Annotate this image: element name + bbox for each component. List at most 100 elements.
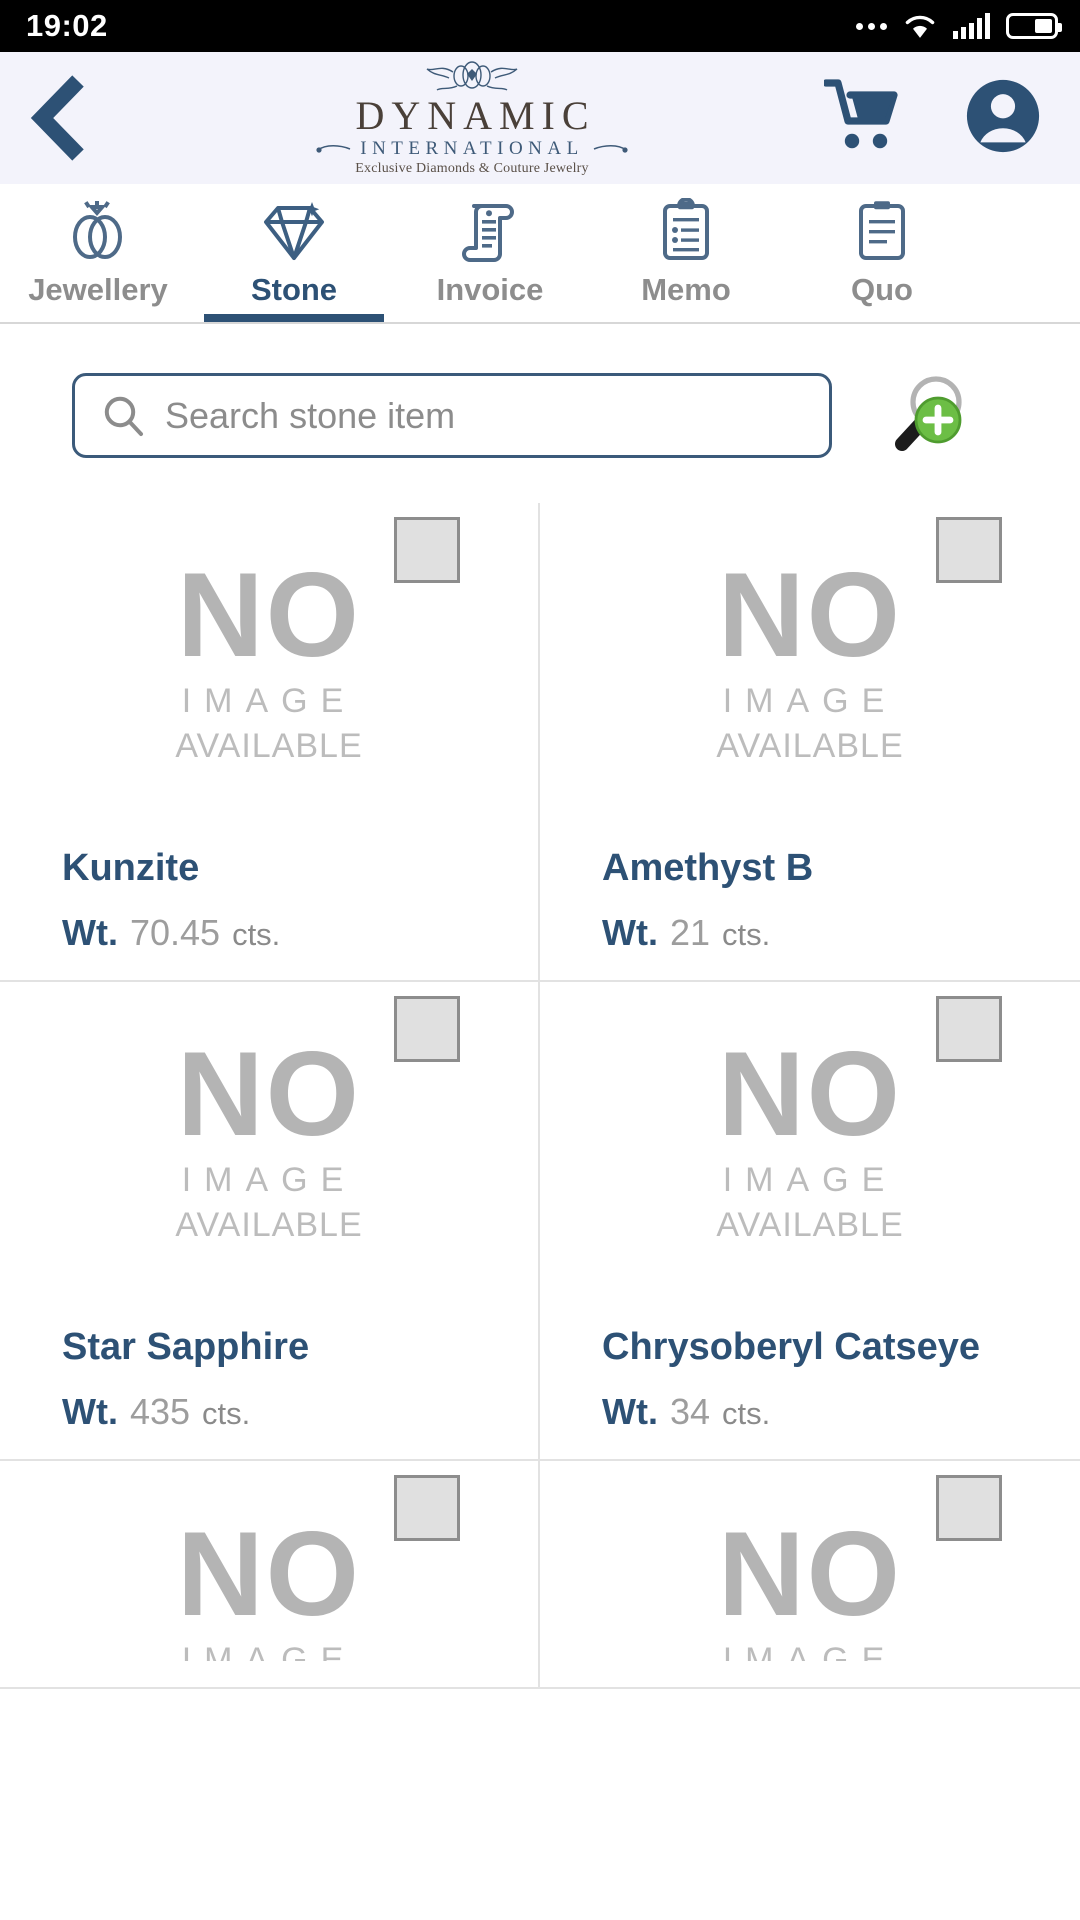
- search-icon: [104, 396, 143, 436]
- category-tabs[interactable]: Jewellery Stone Invoice Memo Quo: [0, 184, 1080, 324]
- stone-weight: Wt. 21 cts.: [540, 912, 1080, 954]
- brand-logo: DYNAMIC INTERNATIONAL Exclusive Diamonds…: [120, 60, 824, 176]
- stone-grid: NO IMAGE AVAILABLE Kunzite Wt. 70.45 cts…: [0, 503, 1080, 1689]
- weight-unit: cts.: [202, 1396, 251, 1431]
- more-dots-icon: [856, 22, 887, 30]
- placeholder-line-1: NO: [177, 1027, 361, 1161]
- select-checkbox[interactable]: [936, 996, 1002, 1062]
- account-button[interactable]: [964, 77, 1042, 160]
- select-checkbox[interactable]: [394, 517, 460, 583]
- stone-weight: Wt. 435 cts.: [0, 1391, 538, 1433]
- tab-label: Stone: [250, 272, 338, 307]
- tab-jewellery[interactable]: Jewellery: [0, 184, 196, 322]
- stone-card[interactable]: NO IMAGE AVAILABLE Kunzite Wt. 70.45 cts…: [0, 503, 540, 982]
- search-input[interactable]: Search stone item: [72, 373, 832, 458]
- logo-tagline: Exclusive Diamonds & Couture Jewelry: [355, 161, 589, 176]
- no-image-placeholder: NO IMAGE: [0, 1461, 538, 1661]
- header-actions: [822, 77, 1042, 160]
- weight-unit: cts.: [232, 917, 281, 952]
- tab-label: Invoice: [436, 272, 544, 307]
- placeholder-line-3: AVAILABLE: [716, 1206, 904, 1244]
- weight-label: Wt.: [602, 1391, 658, 1432]
- weight-label: Wt.: [62, 1391, 118, 1432]
- stone-name: Star Sapphire: [62, 1326, 310, 1368]
- back-chevron-icon: [30, 75, 84, 161]
- advanced-search-button[interactable]: [884, 368, 974, 463]
- left-flourish-icon: [316, 144, 351, 153]
- battery-icon: [1006, 13, 1062, 39]
- signal-icon: [953, 13, 990, 39]
- placeholder-line-1: NO: [177, 548, 361, 682]
- advanced-search-add-icon: [895, 376, 962, 451]
- app-header: DYNAMIC INTERNATIONAL Exclusive Diamonds…: [0, 52, 1080, 184]
- stone-weight: Wt. 70.45 cts.: [0, 912, 538, 954]
- tab-memo[interactable]: Memo: [588, 184, 784, 322]
- no-image-placeholder: NO IMAGE AVAILABLE: [540, 503, 1080, 821]
- account-circle-icon: [966, 79, 1040, 152]
- placeholder-line-3: AVAILABLE: [175, 1206, 363, 1244]
- tab-invoice[interactable]: Invoice: [392, 184, 588, 322]
- weight-value: 70.45: [129, 912, 221, 953]
- select-checkbox[interactable]: [936, 1475, 1002, 1541]
- stone-card[interactable]: NO IMAGE AVAILABLE Chrysoberyl Catseye W…: [540, 982, 1080, 1461]
- shopping-cart-icon: [822, 78, 898, 148]
- placeholder-line-1: NO: [718, 1507, 902, 1641]
- logo-name: DYNAMIC: [355, 93, 596, 138]
- placeholder-line-2: IMAGE: [722, 1641, 898, 1661]
- weight-unit: cts.: [722, 917, 771, 952]
- receipt-icon: [460, 198, 520, 262]
- tab-label: Jewellery: [28, 272, 168, 307]
- no-image-placeholder: NO IMAGE AVAILABLE: [0, 503, 538, 821]
- placeholder-line-2: IMAGE: [722, 682, 898, 720]
- weight-label: Wt.: [62, 912, 118, 953]
- placeholder-line-1: NO: [718, 548, 902, 682]
- tab-label: Memo: [641, 272, 731, 307]
- clipboard-icon: [853, 198, 911, 262]
- placeholder-line-2: IMAGE: [181, 1161, 357, 1199]
- diamond-icon: [260, 198, 328, 262]
- stone-name: Kunzite: [62, 847, 200, 889]
- placeholder-line-3: AVAILABLE: [716, 727, 904, 765]
- weight-unit: cts.: [722, 1396, 771, 1431]
- search-placeholder: Search stone item: [165, 394, 456, 436]
- status-time: 19:02: [26, 8, 108, 43]
- clipboard-icon: [657, 198, 715, 262]
- placeholder-line-2: IMAGE: [722, 1161, 898, 1199]
- weight-value: 435: [129, 1391, 191, 1432]
- logo-subtitle-row: INTERNATIONAL: [316, 138, 628, 159]
- tab-label: Quo: [851, 272, 913, 307]
- stone-card[interactable]: NO IMAGE AVAILABLE Star Sapphire Wt. 435…: [0, 982, 540, 1461]
- no-image-placeholder: NO IMAGE: [540, 1461, 1080, 1661]
- placeholder-line-1: NO: [718, 1027, 902, 1161]
- placeholder-line-2: IMAGE: [181, 682, 357, 720]
- back-button[interactable]: [30, 75, 120, 161]
- search-row: Search stone item: [0, 324, 1080, 503]
- placeholder-line-1: NO: [177, 1507, 361, 1641]
- select-checkbox[interactable]: [936, 517, 1002, 583]
- status-icons: [856, 12, 1062, 40]
- logo-subtitle: INTERNATIONAL: [360, 138, 584, 159]
- no-image-placeholder: NO IMAGE AVAILABLE: [540, 982, 1080, 1300]
- stone-name: Amethyst B: [602, 847, 814, 889]
- stone-weight: Wt. 34 cts.: [540, 1391, 1080, 1433]
- stone-name: Chrysoberyl Catseye: [602, 1326, 981, 1368]
- right-flourish-icon: [593, 144, 628, 153]
- tab-stone[interactable]: Stone: [196, 184, 392, 322]
- weight-label: Wt.: [602, 912, 658, 953]
- select-checkbox[interactable]: [394, 1475, 460, 1541]
- weight-value: 34: [669, 1391, 711, 1432]
- stone-card[interactable]: NO IMAGE AVAILABLE Amethyst B Wt. 21 cts…: [540, 503, 1080, 982]
- status-bar: 19:02: [0, 0, 1080, 52]
- weight-value: 21: [669, 912, 711, 953]
- placeholder-line-3: AVAILABLE: [175, 727, 363, 765]
- cart-button[interactable]: [822, 78, 904, 158]
- tab-quotation[interactable]: Quo: [784, 184, 980, 322]
- no-image-placeholder: NO IMAGE AVAILABLE: [0, 982, 538, 1300]
- stone-card[interactable]: NO IMAGE: [540, 1461, 1080, 1689]
- stone-card[interactable]: NO IMAGE: [0, 1461, 540, 1689]
- rings-icon: [65, 198, 131, 262]
- placeholder-line-2: IMAGE: [181, 1641, 357, 1661]
- wifi-icon: [905, 15, 935, 38]
- select-checkbox[interactable]: [394, 996, 460, 1062]
- ornament-icon: [426, 61, 518, 91]
